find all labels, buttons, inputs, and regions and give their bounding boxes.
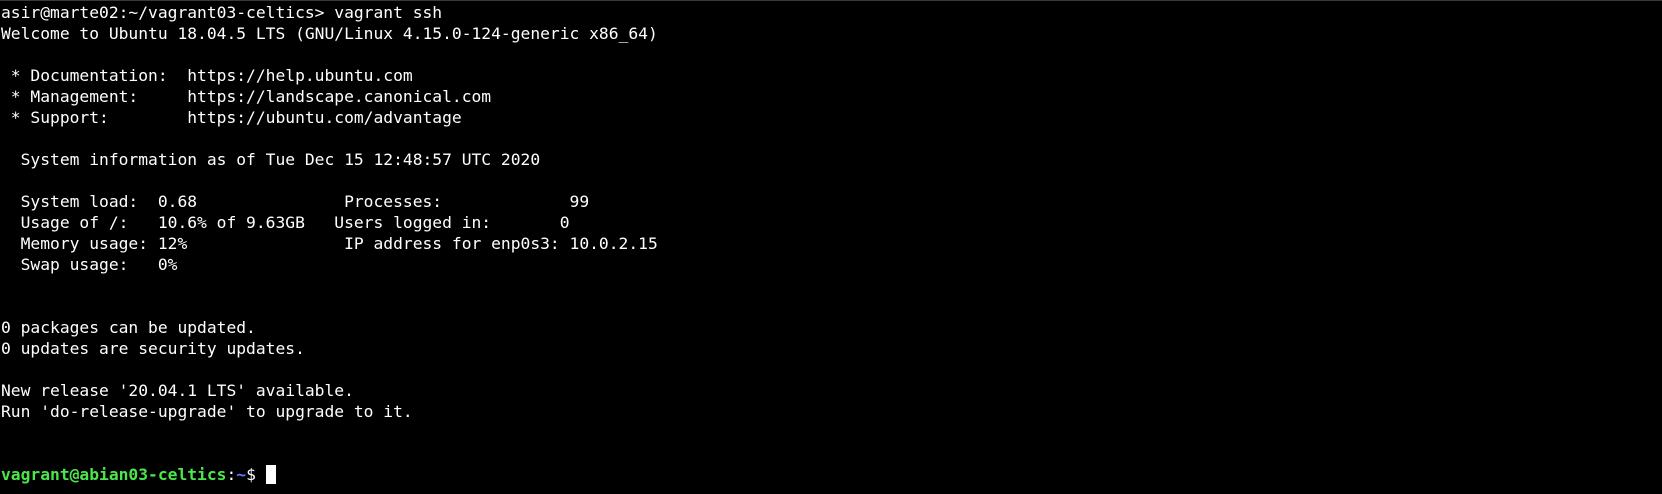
terminal-line-management: * Management: https://landscape.canonica…	[1, 87, 492, 106]
terminal-line-documentation: * Documentation: https://help.ubuntu.com	[1, 66, 413, 85]
prompt-symbol: $	[246, 465, 266, 484]
terminal-line-command: asir@marte02:~/vagrant03-celtics> vagran…	[1, 3, 443, 22]
terminal-line-system-load: System load: 0.68 Processes: 99	[1, 192, 590, 211]
terminal-line-support: * Support: https://ubuntu.com/advantage	[1, 108, 462, 127]
prompt-separator: :	[226, 465, 237, 484]
terminal-line-memory-usage: Memory usage: 12% IP address for enp0s3:…	[1, 234, 658, 253]
prompt-path: ~	[236, 465, 247, 484]
shell-prompt-line[interactable]: vagrant@abian03-celtics:~$	[1, 464, 1662, 485]
terminal-line-packages: 0 packages can be updated.	[1, 318, 256, 337]
prompt-user-host: vagrant@abian03-celtics	[1, 465, 227, 484]
terminal-line-security-updates: 0 updates are security updates.	[1, 339, 305, 358]
terminal-line-upgrade-hint: Run 'do-release-upgrade' to upgrade to i…	[1, 402, 413, 421]
terminal-line-sysinfo-header: System information as of Tue Dec 15 12:4…	[1, 150, 541, 169]
terminal-line-new-release: New release '20.04.1 LTS' available.	[1, 381, 354, 400]
terminal-line-disk-usage: Usage of /: 10.6% of 9.63GB Users logged…	[1, 213, 570, 232]
terminal-line-swap-usage: Swap usage: 0%	[1, 255, 178, 274]
terminal-line-welcome: Welcome to Ubuntu 18.04.5 LTS (GNU/Linux…	[1, 24, 658, 43]
terminal-window[interactable]: asir@marte02:~/vagrant03-celtics> vagran…	[0, 0, 1662, 494]
text-cursor[interactable]	[265, 465, 276, 484]
